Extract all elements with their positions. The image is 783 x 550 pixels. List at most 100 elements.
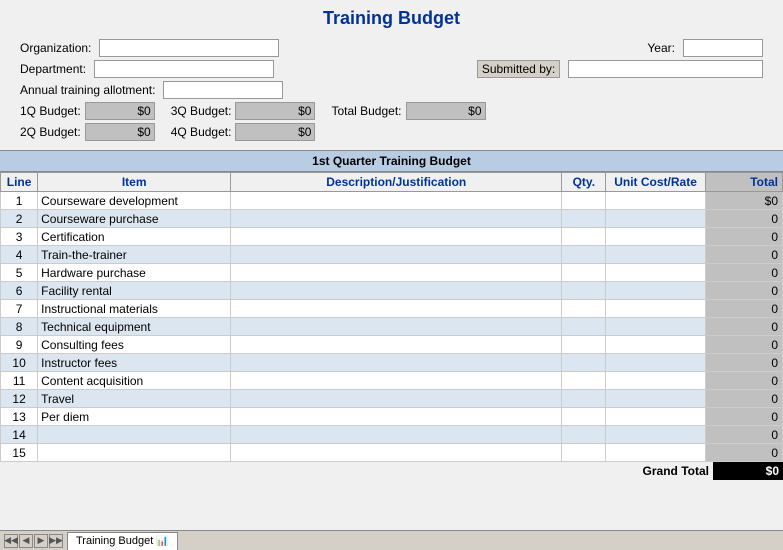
cell-rate[interactable] bbox=[606, 282, 705, 300]
cell-qty[interactable] bbox=[562, 210, 606, 228]
qty-input[interactable] bbox=[565, 284, 602, 298]
nav-prev-arrow[interactable]: ◀ bbox=[19, 534, 33, 548]
item-input[interactable] bbox=[41, 320, 227, 334]
year-input[interactable] bbox=[683, 39, 763, 57]
cell-qty[interactable] bbox=[562, 264, 606, 282]
sheet-tab-training-budget[interactable]: Training Budget 📊 bbox=[67, 532, 178, 550]
rate-input[interactable] bbox=[609, 212, 701, 226]
total-budget-input[interactable] bbox=[406, 102, 486, 120]
cell-qty[interactable] bbox=[562, 444, 606, 462]
desc-input[interactable] bbox=[234, 428, 558, 442]
cell-item[interactable] bbox=[38, 444, 231, 462]
desc-input[interactable] bbox=[234, 230, 558, 244]
item-input[interactable] bbox=[41, 428, 227, 442]
desc-input[interactable] bbox=[234, 194, 558, 208]
rate-input[interactable] bbox=[609, 374, 701, 388]
desc-input[interactable] bbox=[234, 338, 558, 352]
sheet-nav-arrows[interactable]: ◀◀ ◀ ▶ ▶▶ bbox=[4, 534, 63, 548]
desc-input[interactable] bbox=[234, 284, 558, 298]
item-input[interactable] bbox=[41, 446, 227, 460]
item-input[interactable] bbox=[41, 194, 227, 208]
qty-input[interactable] bbox=[565, 248, 602, 262]
annual-allotment-input[interactable] bbox=[163, 81, 283, 99]
desc-input[interactable] bbox=[234, 374, 558, 388]
cell-item[interactable] bbox=[38, 426, 231, 444]
cell-item[interactable] bbox=[38, 210, 231, 228]
desc-input[interactable] bbox=[234, 266, 558, 280]
rate-input[interactable] bbox=[609, 392, 701, 406]
cell-qty[interactable] bbox=[562, 318, 606, 336]
cell-desc[interactable] bbox=[231, 426, 562, 444]
rate-input[interactable] bbox=[609, 194, 701, 208]
cell-item[interactable] bbox=[38, 336, 231, 354]
cell-item[interactable] bbox=[38, 390, 231, 408]
rate-input[interactable] bbox=[609, 446, 701, 460]
cell-item[interactable] bbox=[38, 282, 231, 300]
item-input[interactable] bbox=[41, 212, 227, 226]
organization-input[interactable] bbox=[99, 39, 279, 57]
desc-input[interactable] bbox=[234, 320, 558, 334]
item-input[interactable] bbox=[41, 230, 227, 244]
item-input[interactable] bbox=[41, 266, 227, 280]
cell-qty[interactable] bbox=[562, 426, 606, 444]
cell-qty[interactable] bbox=[562, 282, 606, 300]
q1-budget-input[interactable] bbox=[85, 102, 155, 120]
cell-rate[interactable] bbox=[606, 390, 705, 408]
cell-item[interactable] bbox=[38, 318, 231, 336]
cell-item[interactable] bbox=[38, 372, 231, 390]
cell-rate[interactable] bbox=[606, 300, 705, 318]
cell-qty[interactable] bbox=[562, 192, 606, 210]
cell-rate[interactable] bbox=[606, 318, 705, 336]
cell-rate[interactable] bbox=[606, 210, 705, 228]
cell-item[interactable] bbox=[38, 354, 231, 372]
rate-input[interactable] bbox=[609, 356, 701, 370]
cell-qty[interactable] bbox=[562, 228, 606, 246]
cell-desc[interactable] bbox=[231, 354, 562, 372]
qty-input[interactable] bbox=[565, 410, 602, 424]
desc-input[interactable] bbox=[234, 410, 558, 424]
item-input[interactable] bbox=[41, 302, 227, 316]
cell-qty[interactable] bbox=[562, 372, 606, 390]
rate-input[interactable] bbox=[609, 428, 701, 442]
desc-input[interactable] bbox=[234, 212, 558, 226]
qty-input[interactable] bbox=[565, 374, 602, 388]
rate-input[interactable] bbox=[609, 284, 701, 298]
qty-input[interactable] bbox=[565, 428, 602, 442]
item-input[interactable] bbox=[41, 392, 227, 406]
q3-budget-input[interactable] bbox=[235, 102, 315, 120]
qty-input[interactable] bbox=[565, 230, 602, 244]
submitted-by-input[interactable] bbox=[568, 60, 763, 78]
cell-desc[interactable] bbox=[231, 300, 562, 318]
desc-input[interactable] bbox=[234, 248, 558, 262]
cell-desc[interactable] bbox=[231, 246, 562, 264]
cell-rate[interactable] bbox=[606, 354, 705, 372]
department-input[interactable] bbox=[94, 60, 274, 78]
qty-input[interactable] bbox=[565, 194, 602, 208]
cell-rate[interactable] bbox=[606, 246, 705, 264]
qty-input[interactable] bbox=[565, 356, 602, 370]
rate-input[interactable] bbox=[609, 338, 701, 352]
rate-input[interactable] bbox=[609, 230, 701, 244]
rate-input[interactable] bbox=[609, 320, 701, 334]
nav-next-arrow[interactable]: ▶ bbox=[34, 534, 48, 548]
qty-input[interactable] bbox=[565, 212, 602, 226]
cell-qty[interactable] bbox=[562, 354, 606, 372]
desc-input[interactable] bbox=[234, 392, 558, 406]
desc-input[interactable] bbox=[234, 302, 558, 316]
desc-input[interactable] bbox=[234, 356, 558, 370]
cell-item[interactable] bbox=[38, 408, 231, 426]
item-input[interactable] bbox=[41, 284, 227, 298]
cell-qty[interactable] bbox=[562, 300, 606, 318]
cell-rate[interactable] bbox=[606, 426, 705, 444]
cell-qty[interactable] bbox=[562, 408, 606, 426]
cell-desc[interactable] bbox=[231, 390, 562, 408]
cell-rate[interactable] bbox=[606, 192, 705, 210]
rate-input[interactable] bbox=[609, 302, 701, 316]
q2-budget-input[interactable] bbox=[85, 123, 155, 141]
cell-rate[interactable] bbox=[606, 444, 705, 462]
qty-input[interactable] bbox=[565, 446, 602, 460]
cell-rate[interactable] bbox=[606, 264, 705, 282]
cell-desc[interactable] bbox=[231, 228, 562, 246]
item-input[interactable] bbox=[41, 410, 227, 424]
cell-desc[interactable] bbox=[231, 210, 562, 228]
